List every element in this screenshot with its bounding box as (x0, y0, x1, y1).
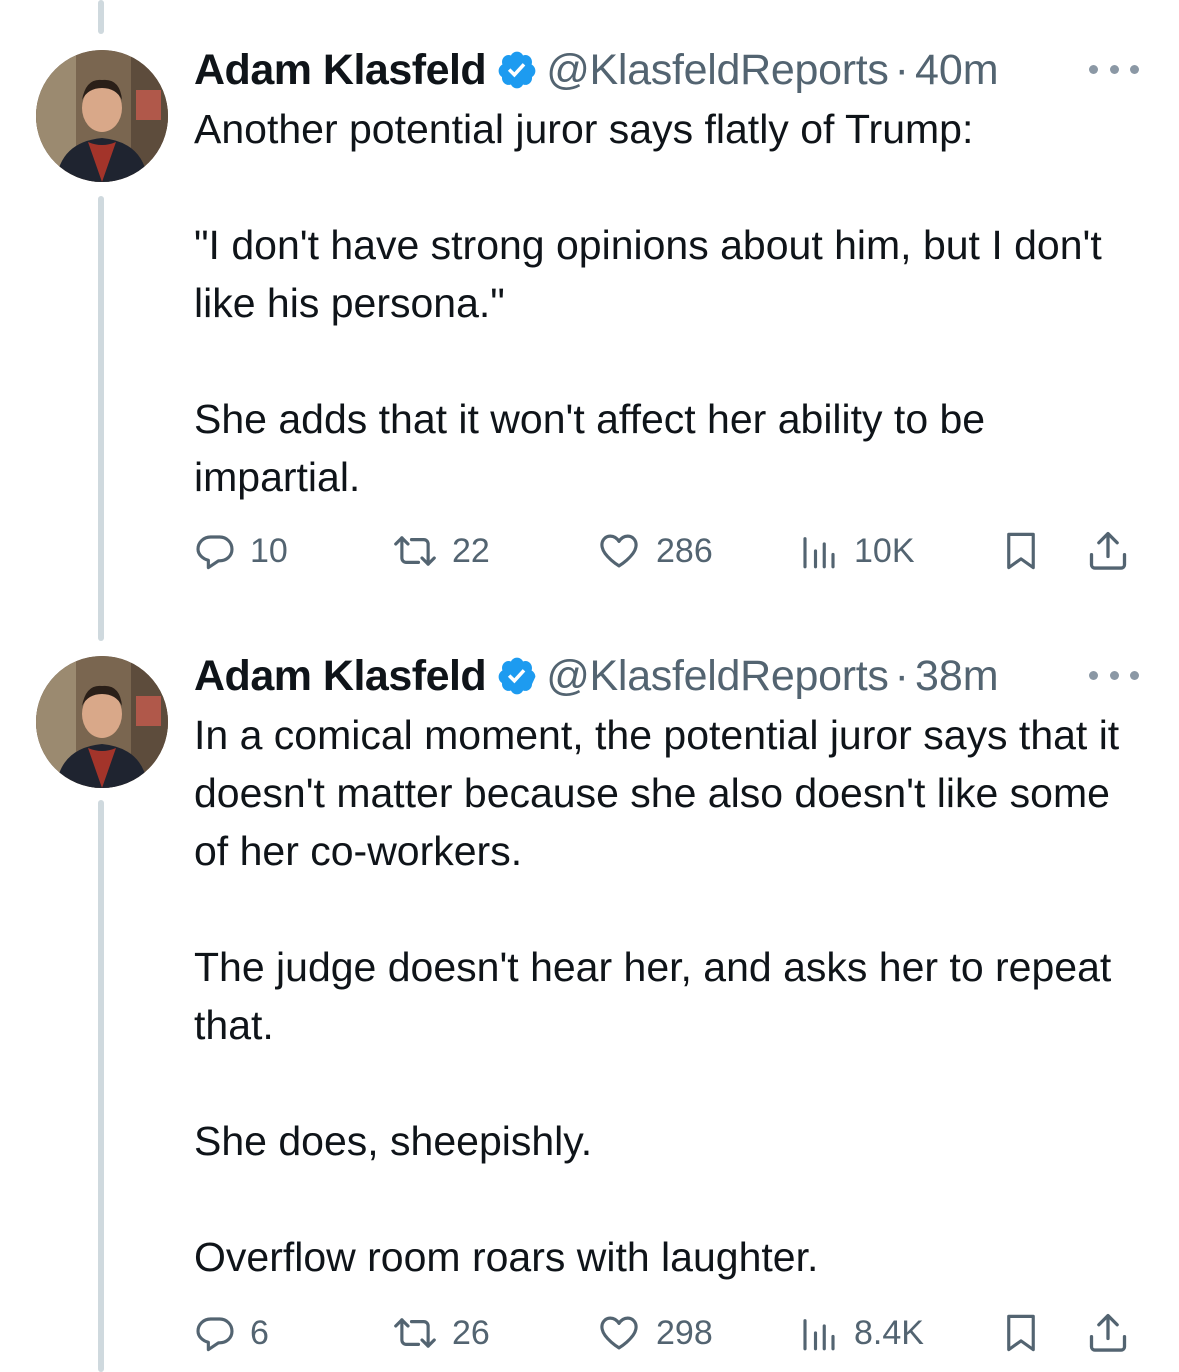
author-name[interactable]: Adam Klasfeld (194, 46, 487, 95)
tweet[interactable]: Adam Klasfeld @KlasfeldReports · 40m Ano… (0, 40, 1179, 600)
views-count: 8.4K (854, 1313, 924, 1352)
reply-count: 6 (250, 1313, 269, 1352)
repost-count: 26 (452, 1313, 490, 1352)
action-bar: 10 22 286 10K (194, 526, 1144, 576)
avatar[interactable] (36, 656, 168, 788)
views-count: 10K (854, 531, 915, 570)
repost-icon (394, 1318, 436, 1348)
bookmark-button[interactable] (1000, 1308, 1056, 1358)
share-button[interactable] (1086, 1308, 1144, 1358)
share-button[interactable] (1086, 526, 1144, 576)
bookmark-button[interactable] (1000, 526, 1056, 576)
views-button[interactable]: 10K (798, 526, 915, 576)
views-button[interactable]: 8.4K (798, 1308, 924, 1358)
reply-button[interactable]: 10 (194, 526, 288, 576)
more-icon[interactable] (1089, 660, 1139, 690)
views-icon (803, 537, 835, 569)
author-handle[interactable]: @KlasfeldReports (546, 652, 889, 701)
reply-count: 10 (250, 531, 288, 570)
timestamp[interactable]: 38m (915, 652, 999, 701)
tweet-paragraph: Another potential juror says flatly of T… (194, 106, 974, 152)
tweet-header: Adam Klasfeld @KlasfeldReports · 38m (194, 646, 1144, 706)
reply-icon (196, 535, 234, 570)
tweet-text: In a comical moment, the potential juror… (194, 706, 1134, 1286)
tweet-paragraph: She does, sheepishly. (194, 1118, 593, 1164)
avatar[interactable] (36, 50, 168, 182)
repost-count: 22 (452, 531, 490, 570)
bookmark-icon (1007, 532, 1035, 570)
verified-badge-icon (496, 655, 538, 697)
author-handle[interactable]: @KlasfeldReports (546, 46, 889, 95)
separator-dot: · (894, 651, 909, 700)
action-bar: 6 26 298 8.4K (194, 1308, 1144, 1358)
reply-icon (196, 1317, 234, 1352)
repost-button[interactable]: 22 (392, 526, 490, 576)
tweet-paragraph: In a comical moment, the potential juror… (194, 712, 1120, 874)
more-icon[interactable] (1089, 54, 1139, 84)
like-count: 286 (656, 531, 713, 570)
share-icon (1089, 531, 1127, 570)
like-button[interactable]: 286 (596, 526, 713, 576)
like-count: 298 (656, 1313, 713, 1352)
tweet-header: Adam Klasfeld @KlasfeldReports · 40m (194, 40, 1144, 100)
tweet-text: Another potential juror says flatly of T… (194, 100, 1134, 506)
like-button[interactable]: 298 (596, 1308, 713, 1358)
verified-badge-icon (496, 49, 538, 91)
separator-dot: · (894, 45, 909, 94)
tweet[interactable]: Adam Klasfeld @KlasfeldReports · 38m In … (0, 646, 1179, 1366)
tweet-paragraph: The judge doesn't hear her, and asks her… (194, 944, 1112, 1048)
repost-icon (394, 536, 436, 566)
thread-line-top (98, 0, 104, 34)
heart-icon (600, 1316, 638, 1350)
share-icon (1089, 1313, 1127, 1352)
heart-icon (600, 534, 638, 568)
tweet-paragraph: She adds that it won't affect her abilit… (194, 396, 986, 500)
reply-button[interactable]: 6 (194, 1308, 269, 1358)
views-icon (803, 1319, 835, 1351)
bookmark-icon (1007, 1314, 1035, 1352)
repost-button[interactable]: 26 (392, 1308, 490, 1358)
tweet-paragraph: Overflow room roars with laughter. (194, 1234, 819, 1280)
tweet-paragraph: "I don't have strong opinions about him,… (194, 222, 1102, 326)
author-name[interactable]: Adam Klasfeld (194, 652, 487, 701)
timestamp[interactable]: 40m (915, 46, 999, 95)
